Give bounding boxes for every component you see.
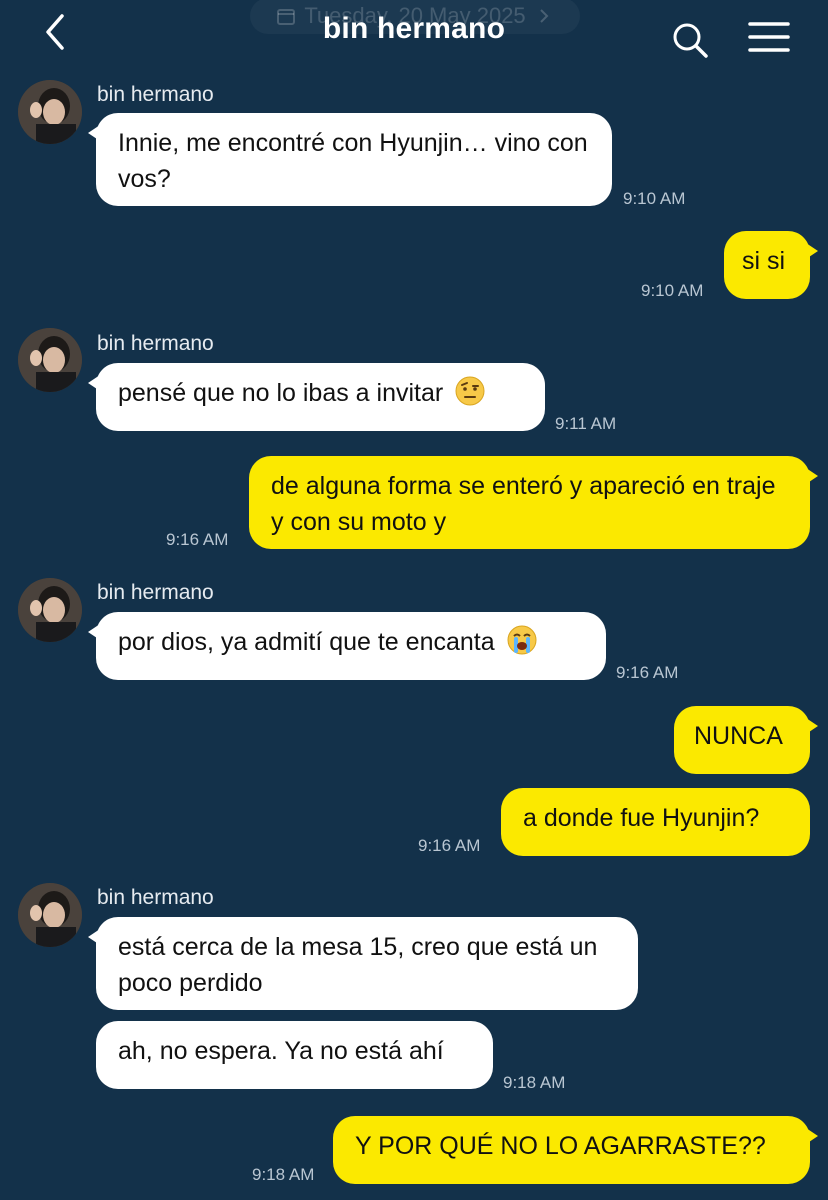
message-text: pensé que no lo ibas a invitar	[118, 379, 444, 407]
search-icon[interactable]	[670, 20, 710, 60]
sender-name: bin hermano	[97, 581, 214, 604]
message-text: NUNCA	[694, 722, 783, 750]
message-bubble-incoming[interactable]: pensé que no lo ibas a invitar	[88, 363, 545, 431]
sender-name: bin hermano	[97, 332, 214, 355]
loudly-crying-emoji	[507, 625, 537, 655]
message-text: por dios, ya admití que te encanta	[118, 628, 495, 656]
message-bubble-incoming[interactable]: Innie, me encontré con Hyunjin… vino con…	[88, 113, 612, 206]
message-bubble-outgoing[interactable]: Y POR QUÉ NO LO AGARRASTE??	[333, 1116, 818, 1184]
message-text: ah, no espera. Ya no está ahí	[118, 1037, 444, 1065]
message-timestamp: 9:11 AM	[555, 414, 617, 433]
avatar[interactable]	[18, 328, 82, 392]
message-bubble-outgoing[interactable]: NUNCA	[674, 706, 818, 774]
message-timestamp: 9:10 AM	[623, 189, 686, 208]
avatar-photo	[18, 80, 82, 144]
message-timestamp: 9:18 AM	[503, 1073, 566, 1092]
message-timestamp: 9:10 AM	[641, 281, 704, 300]
message-text: si si	[742, 247, 786, 275]
chat-header: Tuesday, 20 May 2025 bin hermano	[0, 0, 828, 72]
message-timestamp: 9:18 AM	[252, 1165, 315, 1184]
avatar[interactable]	[18, 883, 82, 947]
avatar-photo	[18, 328, 82, 392]
message-bubble-incoming[interactable]: está cerca de la mesa 15, creo que está …	[88, 917, 638, 1010]
message-text: está cerca de la mesa 15, creo que está …	[118, 933, 598, 997]
message-timestamp: 9:16 AM	[166, 530, 229, 549]
message-bubble-incoming[interactable]: por dios, ya admití que te encanta	[88, 612, 606, 680]
message-bubble-outgoing[interactable]: a donde fue Hyunjin?	[501, 788, 810, 856]
message-timestamp: 9:16 AM	[418, 836, 481, 855]
message-text: Innie, me encontré con Hyunjin… vino con…	[118, 129, 588, 193]
avatar[interactable]	[18, 80, 82, 144]
message-text: Y POR QUÉ NO LO AGARRASTE??	[355, 1132, 766, 1160]
avatar-photo	[18, 883, 82, 947]
avatar-photo	[18, 578, 82, 642]
message-timestamp: 9:16 AM	[616, 663, 679, 682]
message-text: de alguna forma se enteró y apareció en …	[271, 472, 776, 536]
sender-name: bin hermano	[97, 83, 214, 106]
sender-name: bin hermano	[97, 886, 214, 909]
message-bubble-outgoing[interactable]: si si	[724, 231, 818, 299]
message-bubble-outgoing[interactable]: de alguna forma se enteró y apareció en …	[249, 456, 818, 549]
raised-eyebrow-emoji	[455, 376, 485, 406]
message-bubble-incoming[interactable]: ah, no espera. Ya no está ahí	[96, 1021, 493, 1089]
menu-icon[interactable]	[748, 20, 790, 54]
message-text: a donde fue Hyunjin?	[523, 804, 760, 832]
avatar[interactable]	[18, 578, 82, 642]
